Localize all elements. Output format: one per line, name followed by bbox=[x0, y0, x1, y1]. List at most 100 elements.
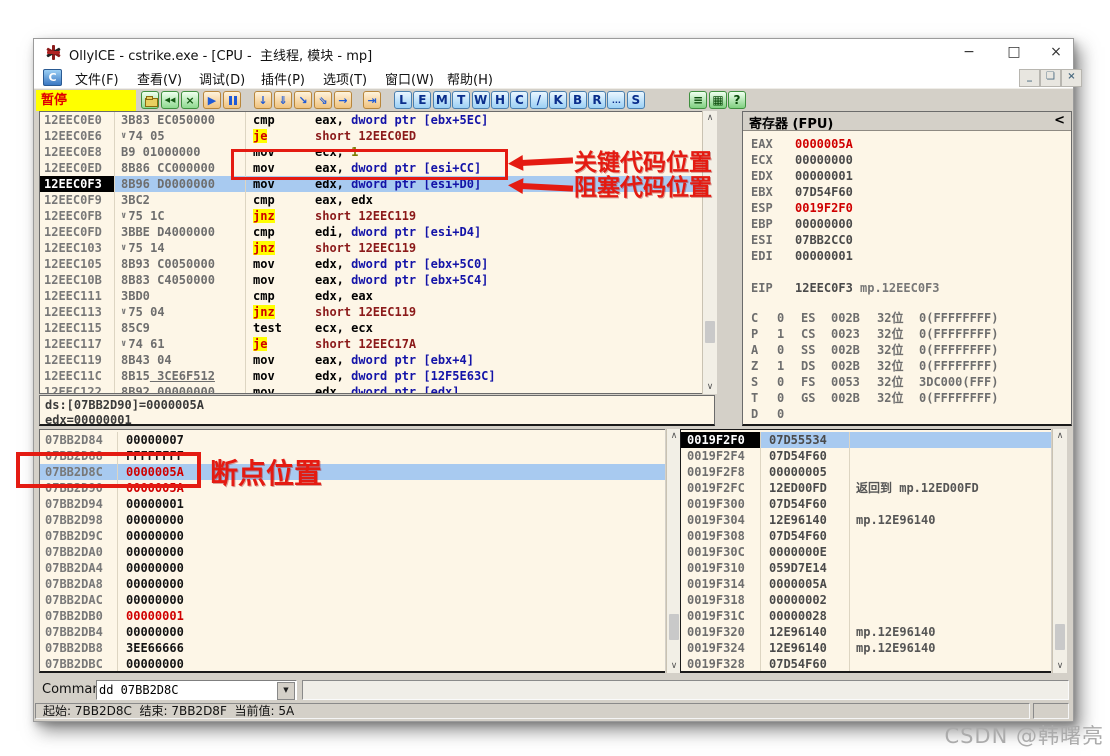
disassembly-scrollbar[interactable]: ∧ ∨ bbox=[702, 111, 717, 394]
stack-row[interactable]: 0019F2F800000005 bbox=[681, 464, 1051, 480]
stack-scrollbar[interactable]: ∧ ∨ bbox=[1052, 429, 1067, 673]
dump-row[interactable]: 07BB2D88FFFFFFFF bbox=[40, 448, 665, 464]
close-button[interactable]: × bbox=[1041, 43, 1071, 62]
menu-item-3[interactable]: 插件(P) bbox=[255, 68, 311, 88]
disasm-row[interactable]: 12EEC0F38B96 D0000000movedx, dword ptr [… bbox=[40, 176, 702, 192]
letter-button-R[interactable]: R bbox=[588, 91, 606, 109]
scroll-down-icon[interactable]: ∨ bbox=[1053, 659, 1067, 673]
registers-pane[interactable]: 寄存器 (FPU) < EAX0000005AECX00000000EDX000… bbox=[742, 111, 1072, 426]
stack-row[interactable]: 0019F32807D54F60 bbox=[681, 656, 1051, 672]
scroll-down-icon[interactable]: ∨ bbox=[667, 659, 681, 673]
restart-button[interactable]: ◀◀ bbox=[161, 91, 179, 109]
stack-row[interactable]: 0019F32C07D54F60 bbox=[681, 672, 1051, 673]
disassembly-pane[interactable]: 12EEC0E03B83 EC050000cmpeax, dword ptr [… bbox=[39, 111, 702, 394]
dump-row[interactable]: 07BB2DA800000000 bbox=[40, 576, 665, 592]
mdi-minimize-button[interactable]: _ bbox=[1019, 69, 1040, 87]
go-to-button[interactable]: ⇥ bbox=[363, 91, 381, 109]
scrollbar-thumb[interactable] bbox=[1055, 624, 1065, 650]
dump-row[interactable]: 07BB2D9400000001 bbox=[40, 496, 665, 512]
stack-row[interactable]: 0019F30C0000000E bbox=[681, 544, 1051, 560]
disasm-row[interactable]: 12EEC113∨75 04jnzshort 12EEC119 bbox=[40, 304, 702, 320]
disasm-row[interactable]: 12EEC1228B92 00000000movedx, dword ptr [… bbox=[40, 384, 702, 394]
step-into-button[interactable]: ↓ bbox=[254, 91, 272, 109]
letter-button-S[interactable]: S bbox=[627, 91, 645, 109]
trace-into-button[interactable]: ↘ bbox=[294, 91, 312, 109]
disasm-row[interactable]: 12EEC1198B43 04moveax, dword ptr [ebx+4] bbox=[40, 352, 702, 368]
disasm-row[interactable]: 12EEC1058B93 C0050000movedx, dword ptr [… bbox=[40, 256, 702, 272]
stack-row[interactable]: 0019F2FC12ED00FD返回到 mp.12ED00FD bbox=[681, 480, 1051, 496]
menu-item-0[interactable]: 文件(F) bbox=[69, 68, 125, 88]
letter-button-E[interactable]: E bbox=[413, 91, 431, 109]
menu-item-6[interactable]: 帮助(H) bbox=[441, 68, 499, 88]
scroll-down-icon[interactable]: ∨ bbox=[703, 380, 717, 394]
letter-button-dots[interactable]: ... bbox=[607, 91, 625, 109]
cpu-window-icon[interactable]: C bbox=[43, 69, 62, 86]
collapse-icon[interactable]: < bbox=[1054, 113, 1065, 130]
dump-row[interactable]: 07BB2DB83EE66666 bbox=[40, 640, 665, 656]
disasm-row[interactable]: 12EEC0F93BC2cmpeax, edx bbox=[40, 192, 702, 208]
letter-button-H[interactable]: H bbox=[491, 91, 509, 109]
letter-button-K[interactable]: K bbox=[549, 91, 567, 109]
letter-button-B[interactable]: B bbox=[569, 91, 587, 109]
command-combobox[interactable]: ▼ bbox=[96, 680, 297, 700]
dump-row[interactable]: 07BB2DBC00000000 bbox=[40, 656, 665, 672]
mdi-close-button[interactable]: × bbox=[1061, 69, 1082, 87]
letter-button-W[interactable]: W bbox=[472, 91, 490, 109]
letter-button-L[interactable]: L bbox=[394, 91, 412, 109]
stack-row[interactable]: 0019F30412E96140mp.12E96140 bbox=[681, 512, 1051, 528]
stack-row[interactable]: 0019F32412E96140mp.12E96140 bbox=[681, 640, 1051, 656]
scroll-up-icon[interactable]: ∧ bbox=[1053, 429, 1067, 443]
dump-row[interactable]: 07BB2D8400000007 bbox=[40, 432, 665, 448]
menu-item-4[interactable]: 选项(T) bbox=[317, 68, 373, 88]
stack-pane[interactable]: 0019F2F007D555340019F2F407D54F600019F2F8… bbox=[680, 429, 1051, 673]
letter-button-C[interactable]: C bbox=[510, 91, 528, 109]
execute-till-return-button[interactable]: → bbox=[334, 91, 352, 109]
mdi-restore-button[interactable]: ❏ bbox=[1040, 69, 1061, 87]
letter-button-T[interactable]: T bbox=[452, 91, 470, 109]
disasm-row[interactable]: 12EEC0ED8B86 CC000000moveax, dword ptr [… bbox=[40, 160, 702, 176]
windows-button[interactable]: ▦ bbox=[709, 91, 727, 109]
disasm-row[interactable]: 12EEC11C8B15 3CE6F512movedx, dword ptr [… bbox=[40, 368, 702, 384]
stack-row[interactable]: 0019F31800000002 bbox=[681, 592, 1051, 608]
dump-row[interactable]: 07BB2DA000000000 bbox=[40, 544, 665, 560]
menu-item-1[interactable]: 查看(V) bbox=[131, 68, 188, 88]
step-over-button[interactable]: ⇓ bbox=[274, 91, 292, 109]
stack-row[interactable]: 0019F30007D54F60 bbox=[681, 496, 1051, 512]
disasm-row[interactable]: 12EEC10B8B83 C4050000moveax, dword ptr [… bbox=[40, 272, 702, 288]
dropdown-arrow-icon[interactable]: ▼ bbox=[277, 682, 295, 700]
minimize-button[interactable]: − bbox=[954, 43, 984, 62]
dump-row[interactable]: 07BB2D9C00000000 bbox=[40, 528, 665, 544]
disasm-row[interactable]: 12EEC0E8B9 01000000movecx, 1 bbox=[40, 144, 702, 160]
stack-row[interactable]: 0019F30807D54F60 bbox=[681, 528, 1051, 544]
menu-item-2[interactable]: 调试(D) bbox=[193, 68, 251, 88]
maximize-button[interactable]: □ bbox=[999, 43, 1029, 62]
stack-row[interactable]: 0019F2F007D55534 bbox=[681, 432, 1051, 448]
stack-row[interactable]: 0019F310059D7E14 bbox=[681, 560, 1051, 576]
scroll-up-icon[interactable]: ∧ bbox=[667, 429, 681, 443]
dump-row[interactable]: 07BB2D8C0000005A bbox=[40, 464, 665, 480]
menu-item-5[interactable]: 窗口(W) bbox=[379, 68, 440, 88]
stack-row[interactable]: 0019F31C00000028 bbox=[681, 608, 1051, 624]
disasm-row[interactable]: 12EEC117∨74 61jeshort 12EEC17A bbox=[40, 336, 702, 352]
dump-row[interactable]: 07BB2DB400000000 bbox=[40, 624, 665, 640]
disasm-row[interactable]: 12EEC0FD3BBE D4000000cmpedi, dword ptr [… bbox=[40, 224, 702, 240]
help-button[interactable]: ? bbox=[728, 91, 746, 109]
disasm-row[interactable]: 12EEC11585C9testecx, ecx bbox=[40, 320, 702, 336]
dump-scrollbar[interactable]: ∧ ∨ bbox=[666, 429, 681, 673]
dump-row[interactable]: 07BB2DAC00000000 bbox=[40, 592, 665, 608]
stack-row[interactable]: 0019F3140000005A bbox=[681, 576, 1051, 592]
dump-row[interactable]: 07BB2DB000000001 bbox=[40, 608, 665, 624]
dump-row[interactable]: 07BB2D9800000000 bbox=[40, 512, 665, 528]
stack-row[interactable]: 0019F32012E96140mp.12E96140 bbox=[681, 624, 1051, 640]
memory-dump-pane[interactable]: 07BB2D840000000707BB2D88FFFFFFFF07BB2D8C… bbox=[39, 429, 665, 673]
pause-button[interactable] bbox=[223, 91, 241, 109]
scrollbar-thumb[interactable] bbox=[705, 321, 715, 343]
disasm-row[interactable]: 12EEC0FB∨75 1Cjnzshort 12EEC119 bbox=[40, 208, 702, 224]
run-button[interactable]: ▶ bbox=[203, 91, 221, 109]
letter-button-M[interactable]: M bbox=[433, 91, 451, 109]
trace-over-button[interactable]: ⇘ bbox=[314, 91, 332, 109]
log-window-button[interactable]: ≡ bbox=[689, 91, 707, 109]
disasm-row[interactable]: 12EEC0E03B83 EC050000cmpeax, dword ptr [… bbox=[40, 112, 702, 128]
stack-row[interactable]: 0019F2F407D54F60 bbox=[681, 448, 1051, 464]
close-program-button[interactable]: × bbox=[181, 91, 199, 109]
